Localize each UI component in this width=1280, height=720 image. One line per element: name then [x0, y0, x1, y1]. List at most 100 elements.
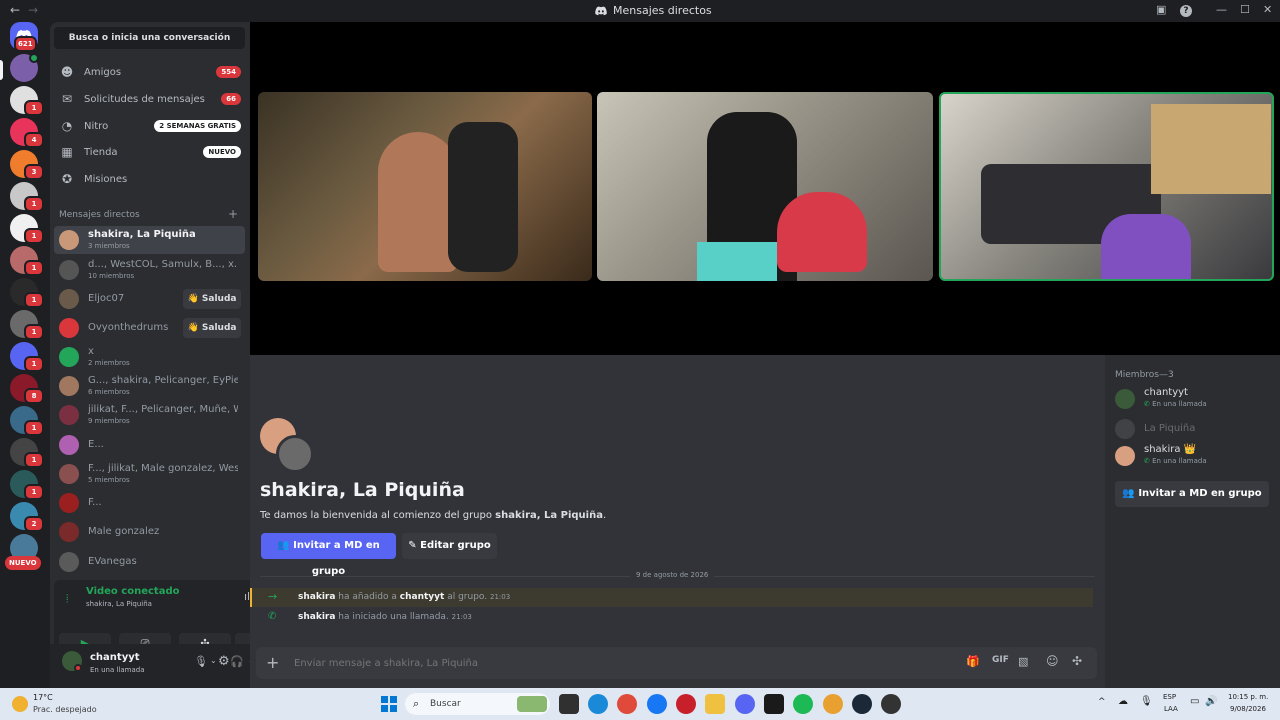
- dm-item[interactable]: x 2 miembros: [54, 343, 245, 371]
- server-icon[interactable]: 1: [10, 278, 44, 308]
- server-icon[interactable]: 4: [10, 118, 44, 148]
- nav-friends[interactable]: ☻ Amigos 554: [54, 59, 245, 85]
- weather-icon[interactable]: [12, 696, 28, 712]
- server-icon[interactable]: 1: [10, 214, 44, 244]
- chrome-icon[interactable]: [617, 694, 637, 714]
- server-icon[interactable]: 1: [10, 470, 44, 500]
- server-icon[interactable]: 8: [10, 374, 44, 404]
- forward-arrow-icon[interactable]: →: [28, 3, 38, 17]
- dm-item[interactable]: jilikat, F..., Pelicanger, Muñe, W... 9 …: [54, 401, 245, 429]
- display-icon[interactable]: ▭: [1190, 696, 1199, 707]
- task-view-icon[interactable]: [559, 694, 579, 714]
- edge-icon[interactable]: [588, 694, 608, 714]
- chevron-up-icon[interactable]: ^: [1098, 697, 1106, 707]
- edit-group-button[interactable]: ✎ Editar grupo: [402, 533, 497, 559]
- microphone-icon[interactable]: 🎙: [1140, 696, 1153, 707]
- welcome-suffix: .: [602, 510, 607, 521]
- gift-icon[interactable]: 🎁: [966, 655, 980, 668]
- close-icon[interactable]: ✕: [1263, 3, 1272, 16]
- dm-item[interactable]: shakira, La Piquiña 3 miembros: [54, 226, 245, 254]
- chevron-down-icon[interactable]: ⌄: [210, 656, 217, 665]
- settings-gear-icon[interactable]: ⚙: [218, 654, 230, 669]
- server-icon[interactable]: 1: [10, 406, 44, 436]
- wave-button[interactable]: 👋 Saluda: [183, 289, 241, 309]
- dm-item[interactable]: G..., shakira, Pelicanger, EyPied... 6 m…: [54, 372, 245, 400]
- message-actor[interactable]: shakira: [298, 592, 335, 602]
- server-icon[interactable]: 2: [10, 502, 44, 532]
- video-tile[interactable]: [597, 92, 933, 281]
- new-badge[interactable]: NUEVO: [5, 556, 41, 570]
- app-icon[interactable]: [881, 694, 901, 714]
- language-top[interactable]: ESP: [1163, 693, 1176, 701]
- weather-temp[interactable]: 17°C: [33, 693, 53, 702]
- network-icon[interactable]: ☁: [1118, 696, 1128, 707]
- server-icon[interactable]: 1: [10, 86, 44, 116]
- dm-item[interactable]: E...: [54, 431, 245, 459]
- join-arrow-icon: →: [268, 590, 278, 603]
- facebook-icon[interactable]: [647, 694, 667, 714]
- server-icon[interactable]: 1: [10, 438, 44, 468]
- help-icon[interactable]: ?: [1180, 5, 1192, 17]
- invite-to-group-button[interactable]: 👥 Invitar a MD en grupo: [1115, 481, 1269, 507]
- microphone-icon[interactable]: 🎙: [194, 655, 208, 668]
- server-icon[interactable]: 1: [10, 342, 44, 372]
- dm-item[interactable]: F...: [54, 489, 245, 517]
- sticker-icon[interactable]: ▧: [1018, 655, 1028, 668]
- maximize-icon[interactable]: ☐: [1240, 3, 1250, 16]
- message-input[interactable]: [294, 654, 894, 672]
- app-icon[interactable]: [764, 694, 784, 714]
- headphones-icon[interactable]: 🎧: [230, 655, 244, 668]
- participant-shirt: [697, 242, 777, 281]
- dm-item[interactable]: F..., jilikat, Male gonzalez, West... 5 …: [54, 460, 245, 488]
- search-button[interactable]: Busca o inicia una conversación: [54, 27, 245, 49]
- server-icon[interactable]: 1: [10, 310, 44, 340]
- volume-icon[interactable]: 🔊: [1205, 696, 1217, 707]
- member-item[interactable]: chantyyt ✆ En una llamada: [1115, 385, 1275, 415]
- minimize-icon[interactable]: —: [1216, 3, 1227, 16]
- member-item[interactable]: shakira 👑 ✆ En una llamada: [1115, 442, 1275, 472]
- video-tile-speaking[interactable]: [939, 92, 1274, 281]
- member-item-offline[interactable]: La Piquiña: [1115, 415, 1275, 445]
- apps-icon[interactable]: ✣: [1072, 654, 1082, 668]
- discord-icon[interactable]: [735, 694, 755, 714]
- avatar: [59, 318, 79, 338]
- video-tile[interactable]: [258, 92, 592, 281]
- dm-item[interactable]: Male gonzalez: [54, 518, 245, 546]
- phone-icon: ✆: [1144, 457, 1150, 465]
- nav-message-requests[interactable]: ✉ Solicitudes de mensajes 66: [54, 86, 245, 112]
- file-explorer-icon[interactable]: [705, 694, 725, 714]
- server-icon[interactable]: 1: [10, 246, 44, 276]
- server-icon[interactable]: 1: [10, 182, 44, 212]
- server-icon[interactable]: 3: [10, 150, 44, 180]
- add-attachment-icon[interactable]: +: [266, 653, 279, 672]
- emoji-icon[interactable]: ☺: [1046, 654, 1059, 668]
- invite-to-group-button[interactable]: 👥 Invitar a MD en grupo: [261, 533, 396, 577]
- dm-item[interactable]: Ovyonthedrums 👋 Saluda: [54, 314, 245, 342]
- voice-channel[interactable]: shakira, La Piquiña: [86, 600, 152, 608]
- dm-item[interactable]: d..., WestCOL, Samulx, B..., x..., ... 1…: [54, 256, 245, 284]
- server-badge: 1: [24, 452, 44, 468]
- gif-icon[interactable]: GIF: [992, 655, 1009, 665]
- inbox-icon[interactable]: ▣: [1156, 3, 1166, 16]
- dm-item[interactable]: Eljoc07 👋 Saluda: [54, 285, 245, 313]
- system-message: ✆ shakira ha iniciado una llamada. 21:03: [250, 608, 1093, 627]
- steam-icon[interactable]: [852, 694, 872, 714]
- back-arrow-icon[interactable]: ←: [10, 3, 20, 17]
- user-name[interactable]: chantyyt: [90, 652, 140, 663]
- nav-nitro[interactable]: ◔ Nitro 2 SEMANAS GRATIS: [54, 113, 245, 139]
- home-button[interactable]: 621: [10, 22, 38, 52]
- dm-item[interactable]: EVanegas: [54, 548, 245, 576]
- nav-quests[interactable]: ✪ Misiones: [54, 166, 245, 192]
- windows-start-icon[interactable]: [381, 696, 397, 712]
- opera-icon[interactable]: [676, 694, 696, 714]
- wave-button[interactable]: 👋 Saluda: [183, 318, 241, 338]
- clock-time[interactable]: 10:15 p. m.: [1228, 693, 1268, 701]
- chrome-profile-icon[interactable]: [823, 694, 843, 714]
- message-target[interactable]: chantyyt: [400, 592, 445, 602]
- message-actor[interactable]: shakira: [298, 612, 335, 622]
- nav-shop[interactable]: ▦ Tienda NUEVO: [54, 139, 245, 165]
- spotify-icon[interactable]: [793, 694, 813, 714]
- taskbar-search[interactable]: ⌕ Buscar: [405, 693, 550, 715]
- server-icon[interactable]: [10, 53, 39, 82]
- create-dm-icon[interactable]: +: [228, 207, 238, 221]
